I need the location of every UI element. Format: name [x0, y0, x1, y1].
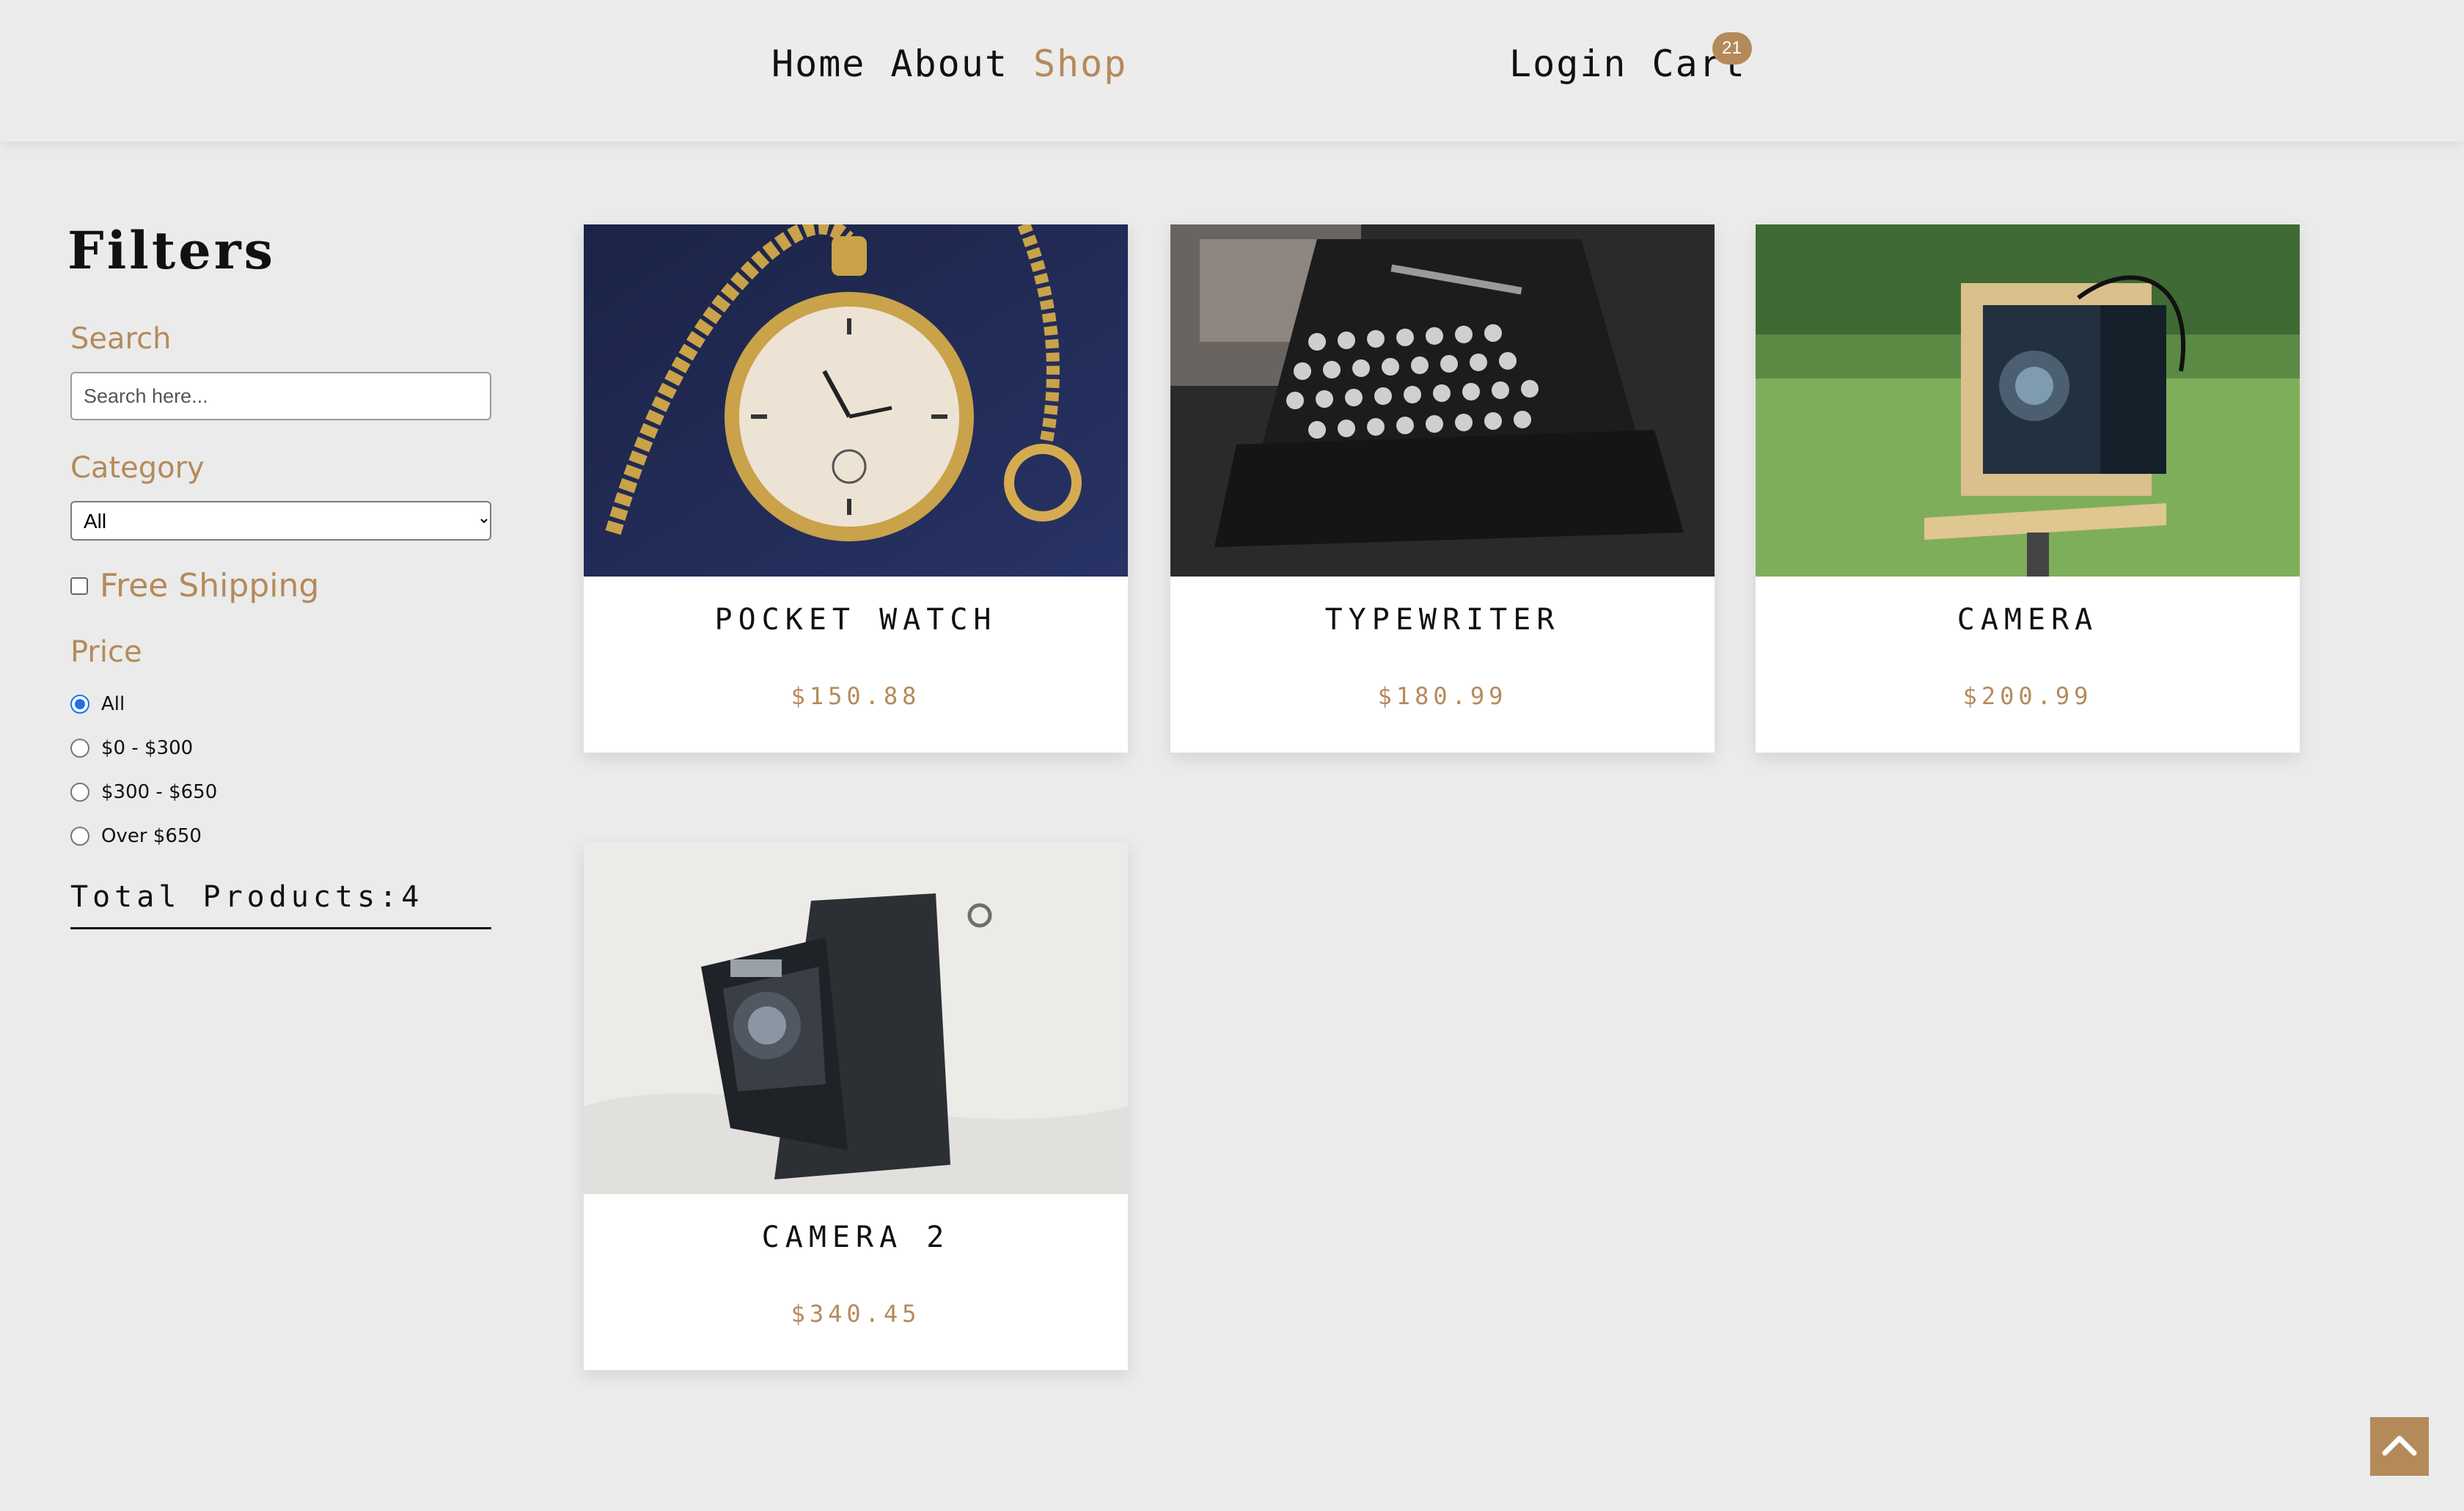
product-name: CAMERA 2	[761, 1221, 950, 1254]
nav-shop-link[interactable]: Shop	[1033, 43, 1127, 85]
nav-user-links: Login Cart 21	[1509, 32, 1752, 85]
product-price: $150.88	[791, 682, 921, 710]
scroll-to-top-button[interactable]	[2370, 1417, 2429, 1476]
product-price: $180.99	[1377, 682, 1508, 710]
cart-link-wrapper[interactable]: Cart 21	[1652, 32, 1752, 85]
product-price: $200.99	[1962, 682, 2093, 710]
price-option-300-650[interactable]: $300 - $650	[70, 770, 491, 814]
product-card[interactable]: POCKET WATCH $150.88	[584, 224, 1128, 753]
product-card[interactable]: CAMERA 2 $340.45	[584, 842, 1128, 1370]
nav-login-link[interactable]: Login	[1509, 43, 1627, 85]
product-image-camera[interactable]	[1756, 224, 2300, 577]
free-shipping-checkbox[interactable]	[70, 577, 88, 595]
price-option-all[interactable]: All	[70, 682, 491, 726]
product-name: CAMERA	[1957, 603, 2099, 637]
search-input[interactable]	[70, 372, 491, 420]
product-name: TYPEWRITER	[1324, 603, 1561, 637]
navbar: Home About Shop Login Cart 21	[0, 0, 2464, 142]
nav-main-links: Home About Shop	[771, 43, 1127, 85]
product-card[interactable]: CAMERA $200.99	[1756, 224, 2300, 753]
price-radio-all[interactable]	[70, 695, 89, 714]
filters-title: Filters	[67, 220, 276, 281]
product-name: POCKET WATCH	[714, 603, 997, 637]
chevron-up-icon	[2382, 1434, 2417, 1459]
category-label: Category	[70, 451, 205, 485]
free-shipping-label[interactable]: Free Shipping	[100, 567, 319, 604]
price-option-over-650[interactable]: Over $650	[70, 814, 491, 858]
product-card[interactable]: TYPEWRITER $180.99	[1170, 224, 1715, 753]
nav-home-link[interactable]: Home	[771, 43, 865, 85]
product-image-typewriter[interactable]	[1170, 224, 1715, 577]
price-option-0-300[interactable]: $0 - $300	[70, 726, 491, 770]
category-select[interactable]: All	[70, 501, 491, 541]
search-label: Search	[70, 322, 172, 356]
price-option-label[interactable]: Over $650	[101, 825, 202, 847]
price-radio-300-650[interactable]	[70, 783, 89, 802]
price-label: Price	[70, 635, 142, 669]
filters-sidebar: Filters Search Category All Free Shippin…	[67, 220, 491, 929]
price-radio-over-650[interactable]	[70, 827, 89, 846]
cart-count-badge: 21	[1712, 32, 1752, 65]
price-option-label[interactable]: All	[101, 693, 125, 715]
price-radio-group: All $0 - $300 $300 - $650 Over $650	[70, 682, 491, 858]
price-option-label[interactable]: $300 - $650	[101, 781, 217, 803]
product-image-pocket-watch[interactable]	[584, 224, 1128, 577]
price-option-label[interactable]: $0 - $300	[101, 737, 193, 759]
price-radio-0-300[interactable]	[70, 739, 89, 758]
product-image-camera-2[interactable]	[584, 842, 1128, 1194]
total-products-count: Total Products:4	[70, 880, 491, 929]
product-price: $340.45	[791, 1300, 921, 1328]
free-shipping-row[interactable]: Free Shipping	[70, 567, 491, 604]
nav-about-link[interactable]: About	[890, 43, 1008, 85]
